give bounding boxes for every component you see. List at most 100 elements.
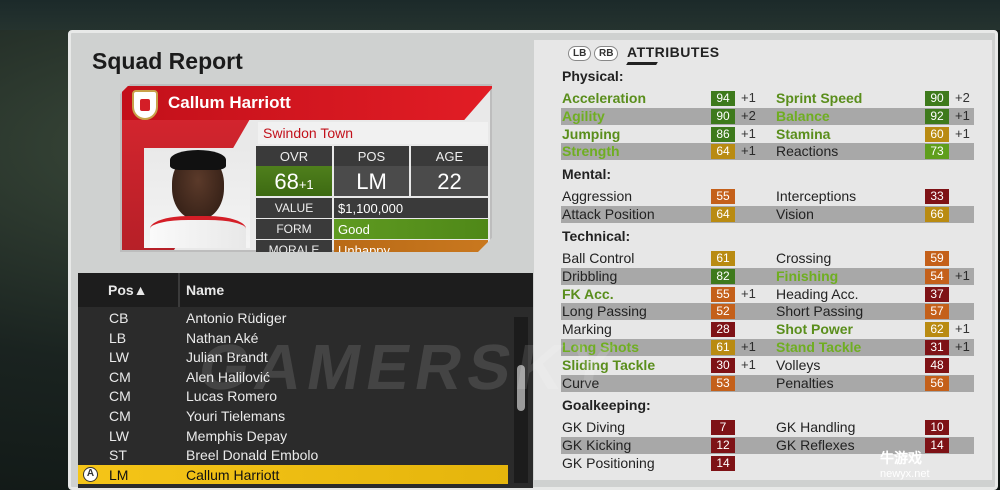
attribute-name: Heading Acc. (776, 285, 859, 302)
value-amount: $1,100,000 (334, 198, 488, 218)
attribute-value: 66 (925, 206, 949, 222)
attribute-cell: Attack Position 64 (561, 206, 761, 223)
attribute-value: 12 (711, 437, 735, 453)
player-photo (144, 148, 250, 248)
attribute-delta: +1 (741, 143, 756, 159)
attribute-value: 31 (925, 340, 949, 355)
row-pos: CM (109, 368, 131, 385)
attribute-cell: Strength 64 +1 (561, 143, 761, 160)
squad-row[interactable]: CB Antonio Rüdiger (78, 308, 508, 328)
squad-row[interactable]: A LM Callum Harriott (78, 464, 508, 485)
row-name: Breel Donald Embolo (186, 447, 319, 464)
attribute-delta: +1 (955, 107, 970, 123)
attribute-name: Strength (562, 143, 620, 160)
attribute-cell: Heading Acc. 37 (775, 286, 975, 303)
section-technical: Technical: (562, 228, 631, 244)
attribute-value: 73 (925, 144, 949, 160)
attribute-delta: +1 (741, 90, 756, 105)
attribute-value: 59 (925, 251, 949, 266)
player-club: Swindon Town (258, 122, 488, 144)
attribute-cell: GK Reflexes 14 (775, 437, 975, 454)
squad-row[interactable]: CM Youri Tielemans (78, 406, 508, 426)
attribute-name: Ball Control (562, 250, 635, 266)
name-header[interactable]: Name (186, 282, 224, 298)
attribute-value: 53 (711, 375, 735, 391)
row-pos: CM (109, 408, 131, 424)
row-pos: CM (109, 388, 131, 405)
attribute-name: GK Kicking (562, 436, 632, 453)
attribute-cell: GK Kicking 12 (561, 437, 761, 454)
attribute-name: Vision (776, 205, 814, 222)
site-logo-cn: 牛游戏 (880, 450, 922, 466)
attribute-value: 82 (711, 268, 735, 284)
header-divider (178, 273, 180, 307)
attribute-name: Jumping (562, 125, 621, 142)
attribute-value: 37 (925, 286, 949, 302)
pos-header: POS (334, 146, 409, 166)
squad-row[interactable]: LW Memphis Depay (78, 426, 508, 446)
attribute-row: Sliding Tackle 30 +1 Volleys 48 (561, 357, 974, 374)
attribute-name: Reactions (776, 143, 839, 160)
squad-row[interactable]: ST Breel Donald Embolo (78, 445, 508, 465)
attribute-delta: +1 (741, 285, 756, 301)
attribute-cell: Short Passing 57 (775, 303, 975, 320)
form-label: FORM (256, 219, 332, 239)
attribute-cell: GK Handling 10 (775, 419, 975, 436)
section-mental: Mental: (562, 166, 611, 182)
tab-indicator (626, 62, 658, 65)
attribute-value: 7 (711, 420, 735, 435)
ovr-header: OVR (256, 146, 332, 166)
attribute-cell: Acceleration 94 +1 (561, 90, 761, 107)
value-row: VALUE $1,100,000 (256, 198, 488, 218)
attribute-value: 30 (711, 357, 735, 373)
morale-row: MORALE Unhappy (256, 240, 488, 260)
attribute-name: Balance (776, 107, 830, 124)
player-shirt (150, 216, 246, 248)
attributes-title: ATTRIBUTES (627, 44, 720, 60)
attribute-name: Crossing (776, 250, 832, 266)
row-pos: CB (109, 310, 129, 326)
attribute-delta: +1 (741, 125, 756, 141)
ovr-delta: +1 (298, 177, 314, 192)
player-name: Callum Harriott (168, 93, 291, 112)
attribute-name: Interceptions (776, 188, 857, 204)
attribute-cell: Penalties 56 (775, 375, 975, 392)
ovr-value: 68+1 (256, 166, 332, 196)
attribute-cell: GK Positioning 14 (561, 455, 761, 472)
attribute-row: GK Diving 7 GK Handling 10 (561, 419, 974, 436)
attribute-cell: Volleys 48 (775, 357, 975, 374)
attribute-value: 33 (925, 189, 949, 204)
attribute-row: Jumping 86 +1 Stamina 60 +1 (561, 126, 974, 143)
page-title: Squad Report (92, 48, 243, 74)
attribute-delta: +1 (955, 267, 970, 283)
attribute-value: 55 (711, 189, 735, 204)
rb-button[interactable]: RB (594, 46, 619, 61)
attribute-cell: FK Acc. 55 +1 (561, 286, 761, 303)
attribute-row: Strength 64 +1 Reactions 73 (561, 143, 974, 161)
attribute-cell: Ball Control 61 (561, 250, 761, 267)
attribute-value: 61 (711, 251, 735, 266)
attribute-name: Penalties (776, 374, 834, 391)
attribute-value: 64 (711, 206, 735, 222)
ovr-number: 68 (274, 169, 299, 194)
age-header: AGE (411, 146, 488, 166)
attribute-row: Agility 90 +2 Balance 92 +1 (561, 107, 974, 125)
player-card: Callum Harriott Swindon Town OVR POS AGE… (120, 84, 492, 252)
attribute-delta: +1 (955, 125, 970, 141)
lb-button[interactable]: LB (568, 46, 592, 61)
sort-by-pos-header[interactable]: Pos▲ (108, 282, 148, 298)
attribute-row: Acceleration 94 +1 Sprint Speed 90 +2 (561, 90, 974, 107)
attribute-value: 90 (925, 91, 949, 106)
attribute-cell: GK Diving 7 (561, 419, 761, 436)
attribute-name: Sprint Speed (776, 90, 863, 106)
site-logo-url: newyx.net (880, 468, 930, 480)
attribute-cell: Sprint Speed 90 +2 (775, 90, 975, 107)
attribute-name: Stand Tackle (776, 339, 862, 355)
attribute-value: 64 (711, 144, 735, 160)
attribute-cell: Long Passing 52 (561, 303, 761, 320)
row-name: Callum Harriott (186, 466, 280, 483)
background-top (0, 0, 1000, 30)
attribute-value: 92 (925, 108, 949, 124)
attribute-row: Dribbling 82 Finishing 54 +1 (561, 267, 974, 285)
attribute-cell: Crossing 59 (775, 250, 975, 267)
